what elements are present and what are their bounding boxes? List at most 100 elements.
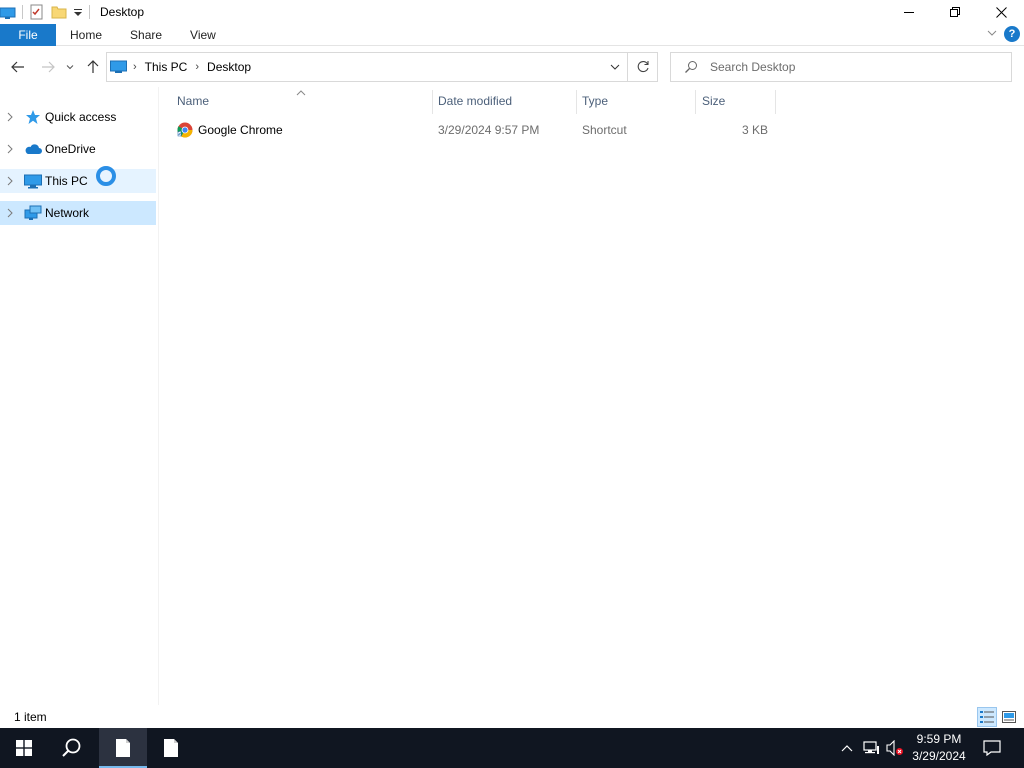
sidebar-item-onedrive[interactable]: OneDrive xyxy=(0,137,156,161)
cloud-icon xyxy=(24,141,42,157)
taskbar-document[interactable] xyxy=(147,728,195,768)
close-button[interactable] xyxy=(978,0,1024,24)
breadcrumb-separator: › xyxy=(133,61,137,73)
sidebar-item-label: This PC xyxy=(45,174,88,188)
taskbar: 9:59 PM 3/29/2024 xyxy=(0,728,1024,768)
search-box[interactable] xyxy=(670,52,1012,82)
expand-ribbon-icon[interactable] xyxy=(986,27,998,42)
customize-dropdown-icon[interactable] xyxy=(73,4,83,20)
chevron-right-icon[interactable] xyxy=(6,144,18,154)
up-arrow-icon xyxy=(87,60,99,73)
document-icon xyxy=(116,739,130,757)
recent-locations-button[interactable] xyxy=(62,56,78,78)
computer-icon[interactable] xyxy=(0,4,16,20)
document-icon xyxy=(164,739,178,757)
this-pc-icon xyxy=(110,60,127,74)
minimize-icon xyxy=(904,12,914,13)
file-size: 3 KB xyxy=(741,123,768,137)
clock-date: 3/29/2024 xyxy=(912,749,966,763)
busy-cursor-icon xyxy=(96,166,116,186)
chevron-down-icon xyxy=(610,64,620,70)
large-icons-view-button[interactable] xyxy=(999,707,1019,727)
navigation-pane: Quick access OneDrive This PC Network xyxy=(0,87,156,705)
file-row[interactable]: Google Chrome 3/29/2024 9:57 PM Shortcut… xyxy=(172,119,776,141)
network-status-icon xyxy=(863,741,879,754)
close-icon xyxy=(995,6,1007,18)
file-date-modified: 3/29/2024 9:57 PM xyxy=(438,123,540,137)
details-view-icon xyxy=(980,711,994,723)
properties-icon[interactable] xyxy=(29,4,45,20)
network-status-button[interactable] xyxy=(860,728,882,768)
quick-access-toolbar xyxy=(0,0,96,24)
column-header-size[interactable]: Size xyxy=(702,88,774,114)
address-history-dropdown[interactable] xyxy=(609,61,621,73)
refresh-icon xyxy=(637,61,649,73)
toolbar-separator xyxy=(89,5,90,19)
status-bar: 1 item xyxy=(0,705,1024,728)
volume-button[interactable] xyxy=(884,728,906,768)
breadcrumb-separator: › xyxy=(195,61,200,73)
new-folder-icon[interactable] xyxy=(51,4,67,20)
large-icons-view-icon xyxy=(1002,711,1016,723)
restore-button[interactable] xyxy=(932,0,978,24)
sidebar-item-label: Quick access xyxy=(45,110,117,124)
column-header-name[interactable]: Name xyxy=(177,88,431,114)
chevron-up-icon xyxy=(841,745,853,752)
search-icon xyxy=(684,60,698,74)
start-button[interactable] xyxy=(0,728,48,768)
breadcrumb-desktop[interactable]: Desktop xyxy=(207,60,251,74)
chevron-right-icon[interactable] xyxy=(6,112,18,122)
navigation-bar: › This PC › Desktop xyxy=(0,47,1024,87)
file-type: Shortcut xyxy=(582,123,627,137)
column-divider[interactable] xyxy=(695,90,696,114)
search-input[interactable] xyxy=(710,60,990,74)
sidebar-item-network[interactable]: Network xyxy=(0,201,156,225)
chevron-right-icon[interactable] xyxy=(6,208,18,218)
refresh-button[interactable] xyxy=(628,52,658,82)
sidebar-item-quick-access[interactable]: Quick access xyxy=(0,105,156,129)
action-center-button[interactable] xyxy=(978,728,1006,768)
back-button[interactable] xyxy=(7,56,29,78)
tab-file[interactable]: File xyxy=(0,23,56,46)
show-hidden-icons-button[interactable] xyxy=(836,728,858,768)
window-title: Desktop xyxy=(100,5,145,19)
forward-button[interactable] xyxy=(37,56,59,78)
system-clock[interactable]: 9:59 PM 3/29/2024 xyxy=(904,731,974,765)
computer-icon xyxy=(24,173,42,189)
minimize-button[interactable] xyxy=(886,0,932,24)
title-bar: Desktop xyxy=(0,0,1024,24)
column-header-type[interactable]: Type xyxy=(582,88,694,114)
notifications-icon xyxy=(983,740,1001,756)
up-button[interactable] xyxy=(82,56,104,78)
taskbar-file-explorer[interactable] xyxy=(99,728,147,768)
breadcrumb-this-pc[interactable]: This PC xyxy=(145,60,188,74)
star-icon xyxy=(24,109,42,125)
window-controls xyxy=(886,0,1024,24)
address-bar[interactable]: › This PC › Desktop xyxy=(106,52,628,82)
chrome-icon xyxy=(177,122,193,138)
ribbon-right-controls: ? xyxy=(986,26,1020,42)
details-view-button[interactable] xyxy=(977,707,997,727)
column-divider[interactable] xyxy=(775,90,776,114)
pane-divider[interactable] xyxy=(158,87,159,705)
help-icon[interactable]: ? xyxy=(1004,26,1020,42)
sidebar-item-label: OneDrive xyxy=(45,142,96,156)
forward-arrow-icon xyxy=(42,61,55,73)
ribbon-tabs: File Home Share View ? xyxy=(0,23,1024,46)
tab-share[interactable]: Share xyxy=(116,24,176,46)
column-header-date-modified[interactable]: Date modified xyxy=(438,88,574,114)
search-icon xyxy=(62,738,81,757)
tab-home[interactable]: Home xyxy=(56,24,116,46)
chevron-right-icon[interactable] xyxy=(6,176,18,186)
back-arrow-icon xyxy=(11,61,24,73)
search-button[interactable] xyxy=(48,728,96,768)
tab-view[interactable]: View xyxy=(176,24,230,46)
file-name[interactable]: Google Chrome xyxy=(198,123,283,137)
item-count: 1 item xyxy=(14,709,47,724)
sidebar-item-label: Network xyxy=(45,206,90,220)
column-divider[interactable] xyxy=(576,90,577,114)
column-divider[interactable] xyxy=(432,90,433,114)
sidebar-item-this-pc[interactable]: This PC xyxy=(0,169,156,193)
clock-time: 9:59 PM xyxy=(916,732,962,746)
restore-icon xyxy=(950,7,960,17)
